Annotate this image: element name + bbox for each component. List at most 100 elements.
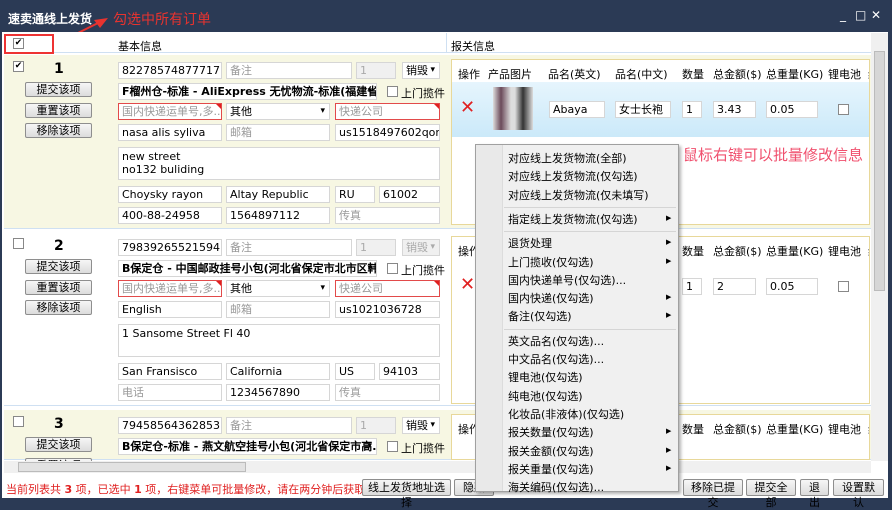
courier-company-field[interactable]: 快递公司 <box>335 103 440 120</box>
context-menu-item[interactable]: 化妆品(非液体)(仅勾选) <box>508 406 624 422</box>
context-menu-item[interactable]: 报关重量(仅勾选) <box>508 461 594 477</box>
state-field[interactable]: Altay Republic <box>226 186 330 203</box>
courier-company-field[interactable]: 快递公司 <box>335 280 440 297</box>
city-field[interactable]: Choysky rayon <box>118 186 222 203</box>
context-menu-item[interactable]: 中文品名(仅勾选)... <box>508 351 604 367</box>
buyer-id-field[interactable]: us1021036728 <box>335 301 440 318</box>
context-menu-item[interactable]: 备注(仅勾选) <box>508 308 572 324</box>
horizontal-scrollbar[interactable] <box>4 461 871 473</box>
product-weight-field[interactable]: 0.05 <box>766 101 818 118</box>
maximize-button[interactable]: □ <box>855 8 866 22</box>
order-number-field[interactable]: 79839265521594 <box>118 239 222 256</box>
buyer-id-field[interactable]: us1518497602qomd <box>335 124 440 141</box>
product-qty-field[interactable]: 1 <box>682 101 702 118</box>
minimize-button[interactable]: _ <box>840 8 846 22</box>
delete-product-icon[interactable]: ✕ <box>460 97 475 118</box>
lithium-battery-checkbox[interactable] <box>838 104 849 115</box>
submit-item-button[interactable]: 提交该项 <box>25 82 92 97</box>
select-all-checkbox[interactable]: ✔ <box>13 38 24 49</box>
courier-type-select[interactable]: 其他 <box>226 280 330 297</box>
tracking-number-field[interactable]: 国内快递运单号,多... <box>118 280 222 297</box>
context-menu-item[interactable]: 对应线上发货物流(全部) <box>508 150 627 166</box>
phone-field[interactable]: 电话 <box>118 384 222 401</box>
exit-button[interactable]: 退出 <box>800 479 829 509</box>
country-field[interactable]: US <box>335 363 375 380</box>
context-menu-item[interactable]: 对应线上发货物流(仅未填写) <box>508 187 649 203</box>
remove-submitted-button[interactable]: 移除已提交 <box>683 479 743 509</box>
buyer-name-field[interactable]: English <box>118 301 222 318</box>
state-field[interactable]: California <box>226 363 330 380</box>
courier-type-select[interactable]: 其他 <box>226 103 330 120</box>
email-field[interactable]: 邮箱 <box>226 124 330 141</box>
vertical-scroll-thumb[interactable] <box>874 51 885 291</box>
logistics-select[interactable]: B保定仓-标准 - 燕文航空挂号小包(河北省保定市高... <box>118 438 377 455</box>
logistics-select[interactable]: B保定仓 - 中国邮政挂号小包(河北省保定市北市区韩... <box>118 260 377 277</box>
product-name-cn-field[interactable]: 女士长袍 <box>615 101 671 118</box>
context-menu-item[interactable]: 英文品名(仅勾选)... <box>508 333 604 349</box>
horizontal-scroll-thumb[interactable] <box>18 462 246 472</box>
remark-field[interactable]: 备注 <box>226 239 352 256</box>
product-weight-field[interactable]: 0.05 <box>766 278 818 295</box>
order-checkbox[interactable]: ✔ <box>13 61 24 72</box>
pickup-checkbox[interactable] <box>387 441 398 452</box>
logistics-select[interactable]: F榴州仓-标准 - AliExpress 无忧物流-标准(福建省... <box>118 83 377 100</box>
city-field[interactable]: San Fransisco <box>118 363 222 380</box>
context-menu-item[interactable]: 国内快递(仅勾选) <box>508 290 594 306</box>
pickup-checkbox[interactable] <box>387 263 398 274</box>
remove-item-button[interactable]: 移除该项 <box>25 123 92 138</box>
product-amount-field[interactable]: 2 <box>713 278 756 295</box>
remark-field[interactable]: 备注 <box>226 417 352 434</box>
set-default-button[interactable]: 设置默认 <box>833 479 884 509</box>
email-field[interactable]: 邮箱 <box>226 301 330 318</box>
remove-item-button[interactable]: 移除该项 <box>25 300 92 315</box>
disposal-select[interactable]: 销毁 <box>402 239 440 256</box>
quantity-field[interactable]: 1 <box>356 239 396 256</box>
address-field[interactable]: 1 Sansome Street Fl 40 <box>118 324 440 357</box>
context-menu-item[interactable]: 国内快递单号(仅勾选)... <box>508 272 626 288</box>
product-amount-field[interactable]: 3.43 <box>713 101 756 118</box>
address-select-button[interactable]: 线上发货地址选择 <box>362 479 451 509</box>
delete-product-icon[interactable]: ✕ <box>460 274 475 295</box>
buyer-name-field[interactable]: nasa alis syliva <box>118 124 222 141</box>
submit-item-button[interactable]: 提交该项 <box>25 437 92 452</box>
fax-field[interactable]: 传真 <box>335 207 440 224</box>
pickup-checkbox[interactable] <box>387 86 398 97</box>
context-menu-item[interactable]: 指定线上发货物流(仅勾选) <box>508 211 638 227</box>
order-number-field[interactable]: 79458564362853 <box>118 417 222 434</box>
reset-item-button[interactable]: 重置该项 <box>25 279 92 295</box>
tracking-number-field[interactable]: 国内快递运单号,多... <box>118 103 222 120</box>
zip-field[interactable]: 61002 <box>379 186 440 203</box>
country-field[interactable]: RU <box>335 186 375 203</box>
context-menu-item[interactable]: 报关金额(仅勾选) <box>508 443 594 459</box>
customs-column-header: 总金额($) <box>713 68 762 81</box>
context-menu-item[interactable]: 上门揽收(仅勾选) <box>508 254 594 270</box>
address-field[interactable]: new street no132 buliding <box>118 147 440 180</box>
close-button[interactable]: ✕ <box>871 8 881 22</box>
lithium-battery-checkbox[interactable] <box>838 281 849 292</box>
submit-item-button[interactable]: 提交该项 <box>25 259 92 274</box>
disposal-select[interactable]: 销毁 <box>402 417 440 434</box>
context-menu-item[interactable]: 退货处理 <box>508 235 552 251</box>
phone-field[interactable]: 400-88-24958 <box>118 207 222 224</box>
remark-field[interactable]: 备注 <box>226 62 352 79</box>
fax-field[interactable]: 传真 <box>335 384 440 401</box>
quantity-field[interactable]: 1 <box>356 417 396 434</box>
product-qty-field[interactable]: 1 <box>682 278 702 295</box>
order-number-field[interactable]: 82278574877717 <box>118 62 222 79</box>
context-menu-item[interactable]: 海关编码(仅勾选)... <box>508 479 604 495</box>
order-checkbox[interactable] <box>13 416 24 427</box>
vertical-scrollbar[interactable] <box>871 33 888 461</box>
context-menu-item[interactable]: 纯电池(仅勾选) <box>508 388 583 404</box>
context-menu-item[interactable]: 报关数量(仅勾选) <box>508 424 594 440</box>
mobile-field[interactable]: 1234567890 <box>226 384 330 401</box>
quantity-field[interactable]: 1 <box>356 62 396 79</box>
context-menu-item[interactable]: 对应线上发货物流(仅勾选) <box>508 168 638 184</box>
mobile-field[interactable]: 1564897112 <box>226 207 330 224</box>
product-name-en-field[interactable]: Abaya <box>549 101 605 118</box>
context-menu-item[interactable]: 锂电池(仅勾选) <box>508 369 583 385</box>
order-checkbox[interactable] <box>13 238 24 249</box>
disposal-select[interactable]: 销毁 <box>402 62 440 79</box>
submit-all-button[interactable]: 提交全部 <box>746 479 796 509</box>
reset-item-button[interactable]: 重置该项 <box>25 102 92 118</box>
zip-field[interactable]: 94103 <box>379 363 440 380</box>
